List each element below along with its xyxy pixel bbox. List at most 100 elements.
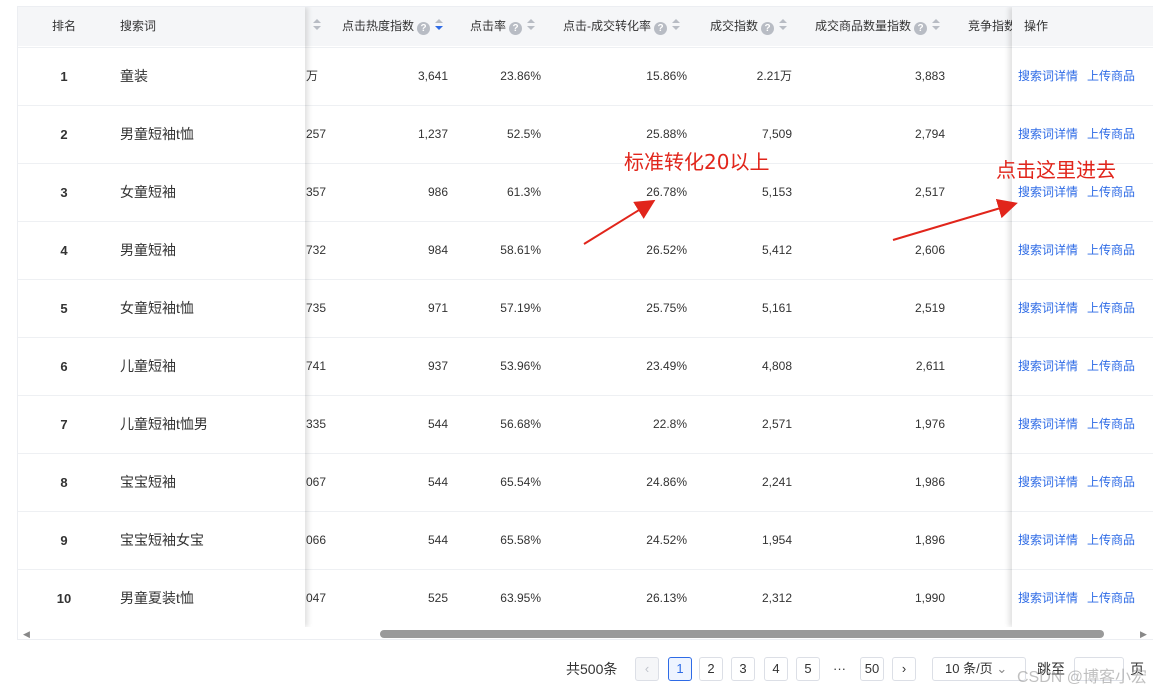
cell-keyword: 儿童短袖 (120, 358, 176, 374)
search-detail-link[interactable]: 搜索词详情 (1018, 338, 1078, 395)
help-icon[interactable]: ? (654, 22, 667, 35)
cell-deal-index: 2,241 (761, 475, 792, 489)
page-button-2[interactable]: 2 (699, 657, 723, 681)
scroll-left-icon[interactable]: ◀ (23, 629, 30, 639)
cell-deal-goods-index: 2,517 (914, 185, 945, 199)
cell-click-heat: 1,237 (417, 127, 448, 141)
search-detail-link[interactable]: 搜索词详情 (1018, 512, 1078, 569)
col-deal-goods-index[interactable]: 成交商品数量指数? (815, 7, 941, 46)
fixed-right-columns: 操作 搜索词详情 上传商品 搜索词详情 上传商品 搜索词详情 上传商品 搜索词详情 上传商品搜… (1012, 7, 1153, 627)
table-row-fixed-right: 搜索词详情 上传商品 (1012, 453, 1153, 511)
page-size-select[interactable]: 10 条/页 ⌄ (932, 657, 1026, 681)
table-row-fixed-right: 搜索词详情 上传商品 (1012, 337, 1153, 395)
next-page-button[interactable]: › (892, 657, 916, 681)
upload-goods-link[interactable]: 上传商品 (1087, 48, 1135, 105)
scrollbar-thumb[interactable] (380, 630, 1104, 638)
col-ctr[interactable]: 点击率? (470, 7, 536, 46)
cell-rank: 6 (60, 359, 68, 374)
page-button-3[interactable]: 3 (731, 657, 755, 681)
upload-goods-link[interactable]: 上传商品 (1087, 338, 1135, 395)
sort-icon[interactable] (779, 19, 788, 31)
upload-goods-link[interactable]: 上传商品 (1087, 454, 1135, 511)
cell-click-heat: 525 (427, 591, 448, 605)
horizontal-scrollbar[interactable]: ◀ ▶ (18, 627, 1153, 639)
help-icon[interactable]: ? (761, 22, 775, 35)
search-detail-link[interactable]: 搜索词详情 (1018, 280, 1078, 337)
col-rank: 排名 (52, 19, 77, 33)
cell-search-partial: 066 (306, 533, 327, 547)
watermark: CSDN @博客小宏 (1016, 669, 1147, 686)
cell-click-heat: 984 (427, 243, 448, 257)
search-detail-link[interactable]: 搜索词详情 (1018, 396, 1078, 453)
col-click-heat-label: 点击热度指数 (342, 19, 415, 33)
cell-search-partial: 047 (306, 591, 327, 605)
col-ctr-label: 点击率 (470, 19, 507, 33)
cell-deal-index: 5,161 (761, 301, 792, 315)
page-ellipsis[interactable]: ··· (833, 657, 846, 681)
cell-deal-goods-index: 3,883 (914, 69, 945, 83)
page-button-5[interactable]: 5 (796, 657, 820, 681)
cell-ctr: 52.5% (506, 127, 541, 141)
help-icon[interactable]: ? (417, 22, 431, 35)
page-button-4[interactable]: 4 (764, 657, 788, 681)
table-row-fixed-right: 搜索词详情 上传商品 (1012, 569, 1153, 627)
cell-deal-goods-index: 2,606 (914, 243, 945, 257)
scroll-right-icon[interactable]: ▶ (1140, 629, 1147, 639)
cell-keyword: 男童夏装t恤 (120, 590, 194, 606)
upload-goods-link[interactable]: 上传商品 (1087, 570, 1135, 627)
col-click-conv[interactable]: 点击-成交转化率? (563, 7, 680, 46)
help-icon[interactable]: ? (509, 22, 523, 35)
table-row-fixed-left: 9 宝宝短袖女宝 (18, 511, 305, 569)
col-competition[interactable]: 竞争指数 (968, 7, 1016, 46)
cell-click-heat: 937 (427, 359, 448, 373)
col-keyword: 搜索词 (120, 19, 157, 33)
cell-ctr: 57.19% (500, 301, 541, 315)
table-row-fixed-right: 搜索词详情 上传商品 (1012, 395, 1153, 453)
sorter-search-volume[interactable] (308, 7, 321, 46)
prev-page-button[interactable]: ‹ (635, 657, 659, 681)
sort-icon[interactable] (435, 19, 444, 31)
data-table: 点击热度指数? 点击率? 点击-成交转化率? 成交指数? 成交商品数量指数? 竞… (17, 6, 1153, 640)
cell-keyword: 女童短袖 (120, 184, 176, 200)
cell-click-conv: 26.52% (646, 243, 687, 257)
search-detail-link[interactable]: 搜索词详情 (1018, 570, 1078, 627)
help-icon[interactable]: ? (914, 22, 928, 35)
search-detail-link[interactable]: 搜索词详情 (1018, 454, 1078, 511)
table-row-fixed-left: 10 男童夏装t恤 (18, 569, 305, 627)
upload-goods-link[interactable]: 上传商品 (1087, 222, 1135, 279)
total-count: 共500条 (566, 661, 618, 677)
col-deal-index[interactable]: 成交指数? (710, 7, 788, 46)
cell-ctr: 53.96% (500, 359, 541, 373)
sort-icon[interactable] (932, 19, 941, 31)
cell-click-conv: 25.75% (646, 301, 687, 315)
cell-rank: 8 (60, 475, 68, 490)
upload-goods-link[interactable]: 上传商品 (1087, 280, 1135, 337)
cell-keyword: 女童短袖t恤 (120, 300, 194, 316)
sort-icon[interactable] (527, 19, 536, 31)
cell-click-heat: 544 (427, 475, 448, 489)
cell-deal-goods-index: 1,990 (914, 591, 945, 605)
table-row-fixed-left: 5 女童短袖t恤 (18, 279, 305, 337)
cell-deal-goods-index: 2,611 (915, 359, 945, 373)
cell-ctr: 63.95% (500, 591, 541, 605)
cell-rank: 3 (60, 185, 68, 200)
cell-deal-index: 2,571 (761, 417, 792, 431)
cell-click-conv: 24.52% (646, 533, 687, 547)
search-detail-link[interactable]: 搜索词详情 (1018, 222, 1078, 279)
cell-deal-index: 2,312 (761, 591, 792, 605)
cell-click-conv: 24.86% (646, 475, 687, 489)
col-click-heat[interactable]: 点击热度指数? (342, 7, 444, 46)
cell-ctr: 23.86% (500, 69, 541, 83)
search-detail-link[interactable]: 搜索词详情 (1018, 48, 1078, 105)
table-row-fixed-left: 2 男童短袖t恤 (18, 105, 305, 163)
cell-search-partial: 335 (306, 417, 327, 431)
annotation-click-here: 点击这里进去 (996, 158, 1116, 182)
sort-icon[interactable] (672, 19, 680, 31)
upload-goods-link[interactable]: 上传商品 (1087, 396, 1135, 453)
page-button-1[interactable]: 1 (668, 657, 692, 681)
table-row-fixed-left: 8 宝宝短袖 (18, 453, 305, 511)
col-action: 操作 (1024, 19, 1049, 33)
cell-deal-index: 1,954 (761, 533, 792, 547)
upload-goods-link[interactable]: 上传商品 (1087, 512, 1135, 569)
page-last-button[interactable]: 50 (860, 657, 884, 681)
